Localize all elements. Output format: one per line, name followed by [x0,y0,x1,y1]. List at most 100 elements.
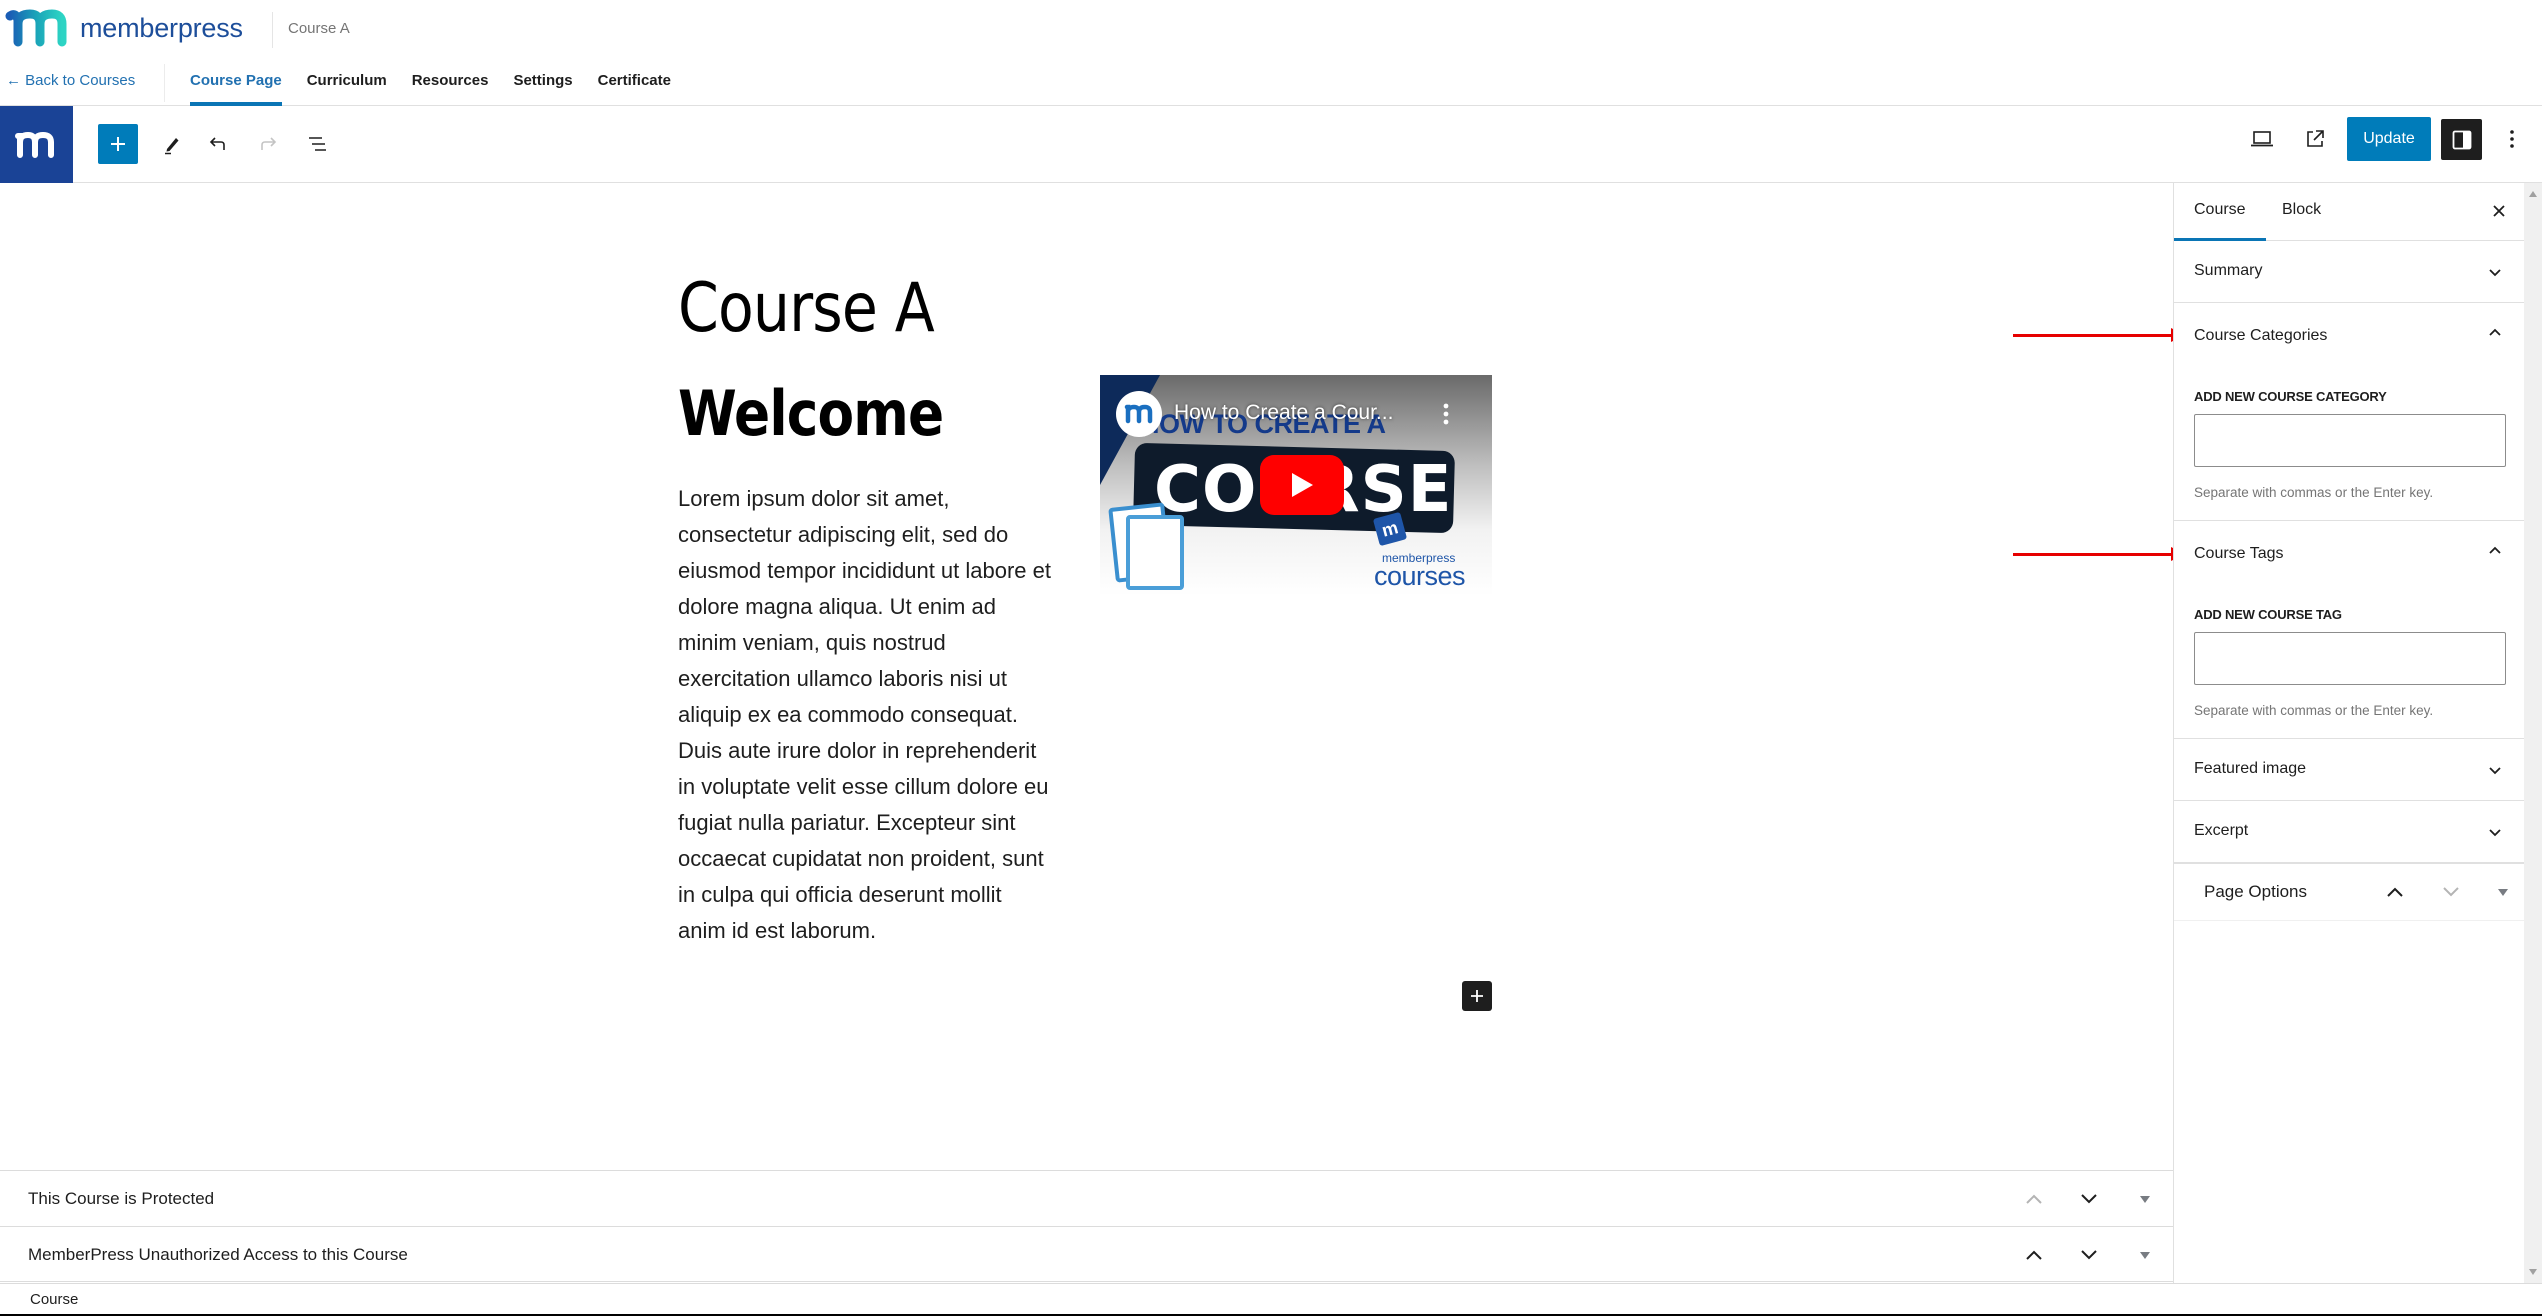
annotation-arrow [2013,547,2185,561]
caret-down-icon [2498,889,2508,896]
panel-course-categories: Course Categories ADD NEW COURSE CATEGOR… [2174,303,2525,521]
panel-title[interactable]: Featured image [2194,760,2306,778]
move-down-button[interactable] [2437,878,2465,906]
preview-button[interactable] [2242,119,2282,159]
panel-title[interactable]: Course Categories [2194,327,2327,345]
chevron-up-icon[interactable] [2485,541,2505,561]
block-inserter-toggle[interactable] [98,124,138,164]
add-course-tag-input[interactable] [2194,632,2506,685]
metabox-course-protected: This Course is Protected [0,1170,2173,1226]
close-sidebar-button[interactable] [2487,199,2511,223]
panel-title[interactable]: Course Tags [2194,545,2284,563]
post-title[interactable]: Course A [678,269,935,348]
add-course-category-input[interactable] [2194,414,2506,467]
panel-excerpt[interactable]: Excerpt [2174,801,2525,864]
tab-settings[interactable]: Settings [513,60,572,106]
memberpress-logo-icon [14,131,54,158]
editor-canvas[interactable]: Course A Welcome Lorem ipsum dolor sit a… [0,183,2173,1282]
scroll-down-icon[interactable] [2529,1269,2537,1275]
memberpress-logo-icon [1124,404,1153,424]
memberpress-logo-icon [4,8,70,48]
course-header: memberpress Course A ← Back to Courses C… [0,0,2542,106]
scroll-up-icon[interactable] [2529,191,2537,197]
move-up-button[interactable] [2381,878,2409,906]
move-down-button[interactable] [2075,1185,2103,1213]
update-button[interactable]: Update [2347,117,2431,161]
block-inserter-button[interactable] [1462,981,1492,1011]
desktop-preview-icon [2251,131,2273,147]
sidebar-tabs: Course Block [2174,183,2525,241]
plus-icon [1471,990,1483,1002]
panel-course-tags: Course Tags ADD NEW COURSE TAG Separate … [2174,521,2525,739]
undo-button[interactable] [198,124,238,164]
tab-certificate[interactable]: Certificate [598,60,671,106]
caret-down-icon [2140,1196,2150,1203]
metabox-title[interactable]: MemberPress Unauthorized Access to this … [28,1245,408,1265]
tools-button[interactable] [152,124,192,164]
toggle-panel-button[interactable] [2131,1185,2159,1213]
heading-block[interactable]: Welcome [678,377,944,450]
chevron-up-icon [2026,1194,2042,1204]
toggle-panel-button[interactable] [2489,878,2517,906]
video-menu-button[interactable] [1443,403,1449,425]
paragraph-block[interactable]: Lorem ipsum dolor sit amet, consectetur … [678,481,1078,949]
chevron-up-icon [2026,1250,2042,1260]
settings-sidebar-toggle[interactable] [2441,119,2482,160]
redo-button[interactable] [248,124,288,164]
move-up-button[interactable] [2020,1185,2048,1213]
settings-sidebar: Course Block Summary Course Categories A… [2173,183,2525,1283]
panel-title[interactable]: Excerpt [2194,822,2248,840]
sidebar-toggle-icon [2452,130,2471,149]
divider [272,12,273,48]
chevron-down-icon [2081,1194,2097,1204]
chevron-down-icon[interactable] [2485,262,2505,282]
channel-avatar[interactable] [1116,391,1162,437]
chevron-down-icon [2443,887,2459,897]
panel-summary[interactable]: Summary [2174,241,2525,303]
tab-course[interactable]: Course [2194,201,2246,219]
plus-icon [111,137,125,151]
paragraph-line: in voluptate velit esse cillum dolore eu [678,774,1049,799]
chevron-down-icon[interactable] [2485,760,2505,780]
paragraph-line: minim veniam, quis nostrud [678,630,946,655]
memberpress-brand: memberpress [4,6,243,50]
breadcrumb-item[interactable]: Course [30,1291,78,1308]
toggle-panel-button[interactable] [2131,1241,2159,1269]
chevron-up-icon[interactable] [2485,323,2505,343]
thumbnail-brand-big: courses [1374,561,1466,591]
panel-title[interactable]: Summary [2194,262,2262,280]
metabox-page-options: Page Options [2174,864,2525,921]
youtube-embed[interactable]: HOW TO CREATE A COURSE m memberpress cou… [1100,375,1492,596]
video-title[interactable]: How to Create a Cour... [1174,401,1393,425]
paragraph-line: fugiat nulla pariatur. Excepteur sint [678,810,1016,835]
metabox-title[interactable]: This Course is Protected [28,1189,214,1209]
course-title: Course A [288,20,350,37]
move-up-button[interactable] [2020,1241,2048,1269]
chevron-down-icon[interactable] [2485,822,2505,842]
tab-resources[interactable]: Resources [412,60,489,106]
paragraph-line: in culpa qui officia deserunt mollit [678,882,1002,907]
brand-wordmark: memberpress [80,12,243,43]
play-button[interactable] [1260,455,1344,515]
more-vertical-icon [1443,403,1449,425]
sidebar-scrollbar[interactable] [2524,183,2542,1283]
list-view-button[interactable] [298,124,338,164]
metabox-unauthorized-access: MemberPress Unauthorized Access to this … [0,1226,2173,1282]
back-to-courses-link[interactable]: ← Back to Courses [6,72,135,89]
paragraph-line: Duis aute irure dolor in reprehenderit [678,738,1037,763]
paragraph-line: dolore magna aliqua. Ut enim ad [678,594,996,619]
move-down-button[interactable] [2075,1241,2103,1269]
tab-curriculum[interactable]: Curriculum [307,60,387,106]
panel-featured-image[interactable]: Featured image [2174,739,2525,801]
field-help-text: Separate with commas or the Enter key. [2194,703,2434,718]
site-logo-button[interactable] [0,106,73,183]
tab-course-page[interactable]: Course Page [190,60,282,106]
view-post-button[interactable] [2295,119,2335,159]
chevron-up-icon [2387,887,2403,897]
tab-block[interactable]: Block [2282,201,2321,219]
options-menu-button[interactable] [2492,119,2532,159]
paragraph-line: eiusmod tempor incididunt ut labore et [678,558,1051,583]
annotation-arrow [2013,328,2185,342]
metabox-title[interactable]: Page Options [2204,882,2307,902]
field-label: ADD NEW COURSE TAG [2194,607,2342,622]
